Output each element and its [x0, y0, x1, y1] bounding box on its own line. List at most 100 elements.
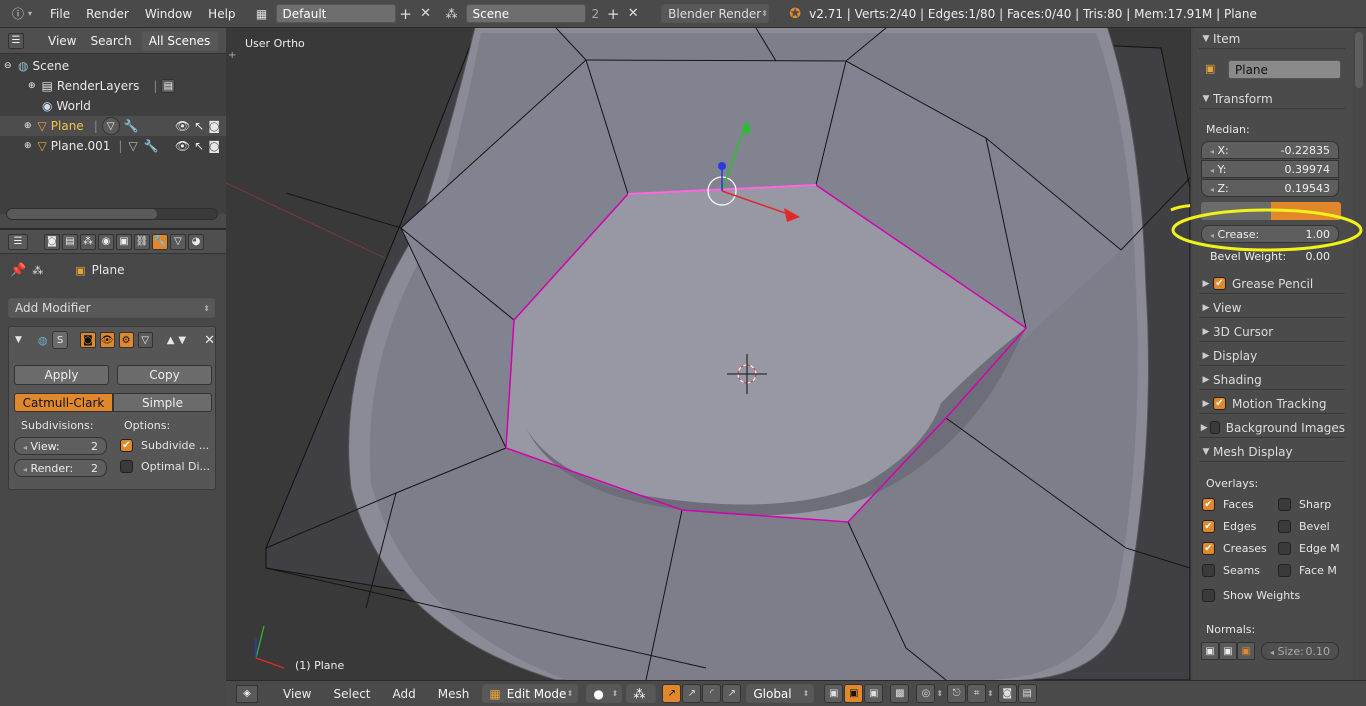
menu-file[interactable]: File: [42, 7, 78, 21]
menu-add[interactable]: Add: [382, 687, 427, 701]
background-images-checkbox[interactable]: [1209, 421, 1220, 434]
normal-size-field[interactable]: ◂ Size: 0.10: [1261, 642, 1339, 660]
opengl-render-animation-icon[interactable]: ▤: [1017, 684, 1037, 703]
scene-tab-icon[interactable]: ⁂: [80, 233, 96, 250]
modifier-wrench-icon[interactable]: 🔧: [124, 119, 139, 133]
manipulator-toggle-icon[interactable]: ↗: [662, 684, 682, 703]
modifier-wrench-icon[interactable]: 🔧: [144, 139, 159, 153]
motion-tracking-panel-header[interactable]: ▶ ✔ Motion Tracking: [1199, 394, 1345, 414]
mesh-display-panel-header[interactable]: ▼ Mesh Display: [1199, 442, 1345, 462]
viewport-toggle-icon[interactable]: 👁: [99, 332, 115, 348]
render-layer-toggle-icon[interactable]: ▤: [161, 79, 176, 93]
transform-panel-header[interactable]: ▼ Transform: [1199, 89, 1345, 109]
face-select-icon[interactable]: ▣: [864, 684, 884, 703]
rotate-manipulator-icon[interactable]: ◜: [702, 684, 722, 703]
render-tab-icon[interactable]: ◙: [44, 233, 60, 250]
face-normals-icon[interactable]: ▣: [1237, 642, 1255, 660]
remove-modifier-icon[interactable]: ✕: [204, 333, 215, 348]
orientation-dropdown[interactable]: Global ⬍: [746, 684, 815, 703]
outliner-search-menu[interactable]: Search: [86, 34, 135, 48]
seams-checkbox[interactable]: [1202, 564, 1215, 577]
shading-dropdown[interactable]: ● ⬍: [586, 684, 623, 703]
modifiers-tab-icon[interactable]: 🔧: [152, 233, 168, 250]
visibility-eye-icon[interactable]: 👁: [175, 139, 190, 153]
properties-editor-icon[interactable]: ☰: [8, 233, 28, 250]
editor-type-chevron-icon[interactable]: ▾: [28, 9, 32, 18]
outliner-item-plane[interactable]: ⊕ ▽ Plane | ▽ 🔧 👁 ↖ ◙: [0, 116, 226, 136]
bevel-checkbox[interactable]: [1278, 520, 1291, 533]
mesh-data-icon[interactable]: ▽: [101, 117, 120, 135]
median-x-field[interactable]: ◂ X: -0.22835: [1201, 141, 1339, 159]
add-scene-icon[interactable]: +: [603, 5, 623, 23]
remove-layout-icon[interactable]: ✕: [416, 5, 436, 23]
screen-layout-field[interactable]: Default: [275, 4, 396, 23]
motion-tracking-checkbox[interactable]: ✔: [1213, 397, 1226, 410]
3d-viewport[interactable]: User Ortho (1) Plane +: [226, 28, 1190, 680]
background-images-panel-header[interactable]: ▶ Background Images: [1199, 418, 1345, 438]
menu-render[interactable]: Render: [78, 7, 137, 21]
median-y-field[interactable]: ◂ Y: 0.39974: [1201, 160, 1339, 178]
view-levels-field[interactable]: ◂ View: 2: [14, 437, 107, 455]
pin-icon[interactable]: 📌: [10, 263, 26, 278]
menu-window[interactable]: Window: [137, 7, 200, 21]
screen-layout-icon[interactable]: ▦: [252, 5, 272, 23]
move-down-icon[interactable]: ▼: [178, 335, 186, 346]
subdivide-uvs-checkbox[interactable]: ✔: [120, 439, 133, 452]
split-normals-icon[interactable]: ▣: [1219, 642, 1237, 660]
median-z-field[interactable]: ◂ Z: 0.19543: [1201, 179, 1339, 197]
mode-dropdown[interactable]: ▦ Edit Mode ⬍: [482, 684, 579, 703]
constraints-tab-icon[interactable]: ⛓: [134, 233, 150, 250]
data-tab-icon[interactable]: ▽: [170, 233, 186, 250]
render-engine-dropdown[interactable]: Blender Render ⬍: [661, 4, 770, 23]
outliner-scrollbar[interactable]: [6, 208, 218, 220]
menu-help[interactable]: Help: [200, 7, 243, 21]
add-modifier-dropdown[interactable]: Add Modifier ⬍: [8, 298, 215, 318]
creases-checkbox[interactable]: ✔: [1202, 542, 1215, 555]
selectable-cursor-icon[interactable]: ↖: [194, 139, 204, 153]
scene-field[interactable]: Scene: [465, 4, 586, 23]
info-editor-icon[interactable]: ⓘ: [8, 5, 28, 23]
pivot-dropdown[interactable]: ⁂: [626, 684, 657, 703]
translate-manipulator-icon[interactable]: ↗: [682, 684, 702, 703]
opengl-render-image-icon[interactable]: ◙: [997, 684, 1017, 703]
proportional-edit-icon[interactable]: ◎: [916, 684, 936, 703]
collapse-triangle-icon[interactable]: ▼: [15, 335, 22, 345]
menu-view[interactable]: View: [272, 687, 322, 701]
faces-checkbox[interactable]: ✔: [1202, 498, 1215, 511]
world-tab-icon[interactable]: ◉: [98, 233, 114, 250]
3d-cursor-panel-header[interactable]: ▶ 3D Cursor: [1199, 322, 1345, 342]
scale-manipulator-icon[interactable]: ↗: [722, 684, 742, 703]
outliner-editor-icon[interactable]: ☰: [8, 32, 24, 49]
mesh-data-icon[interactable]: ▽: [128, 139, 137, 153]
item-panel-header[interactable]: ▼ Item: [1199, 29, 1345, 49]
outliner-view-menu[interactable]: View: [44, 34, 80, 48]
shading-panel-header[interactable]: ▶ Shading: [1199, 370, 1345, 390]
selectable-cursor-icon[interactable]: ↖: [194, 119, 204, 133]
view-panel-header[interactable]: ▶ View: [1199, 298, 1345, 318]
show-weights-checkbox[interactable]: [1202, 589, 1215, 602]
render-levels-field[interactable]: ◂ Render: 2: [14, 459, 107, 477]
outliner-display-mode[interactable]: All Scenes: [141, 30, 218, 51]
simple-button[interactable]: Simple: [113, 393, 212, 412]
grease-pencil-checkbox[interactable]: ✔: [1213, 277, 1226, 290]
add-layout-icon[interactable]: +: [396, 5, 416, 23]
menu-select[interactable]: Select: [322, 687, 381, 701]
subsurf-name-toggle[interactable]: S: [51, 331, 69, 349]
object-name-field[interactable]: Plane: [1228, 60, 1341, 79]
scene-icon[interactable]: ⁂: [442, 5, 462, 23]
render-toggle-icon[interactable]: ◙: [80, 332, 96, 348]
outliner-item-scene[interactable]: ⊖ ◍ Scene: [0, 56, 226, 76]
vertex-select-icon[interactable]: ▣: [824, 684, 844, 703]
viewport-scene[interactable]: [226, 28, 1190, 680]
optimal-display-checkbox[interactable]: [120, 460, 133, 473]
renderable-camera-icon[interactable]: ◙: [208, 139, 220, 153]
edges-checkbox[interactable]: ✔: [1202, 520, 1215, 533]
face-marks-checkbox[interactable]: [1278, 564, 1291, 577]
visibility-eye-icon[interactable]: 👁: [175, 119, 190, 133]
apply-button[interactable]: Apply: [14, 365, 109, 385]
outliner-item-world[interactable]: ◉ World: [0, 96, 226, 116]
sidebar-scrollbar[interactable]: [1355, 32, 1363, 88]
catmull-clark-button[interactable]: Catmull-Clark: [14, 393, 113, 412]
material-tab-icon[interactable]: ◕: [188, 233, 204, 250]
menu-mesh[interactable]: Mesh: [427, 687, 481, 701]
